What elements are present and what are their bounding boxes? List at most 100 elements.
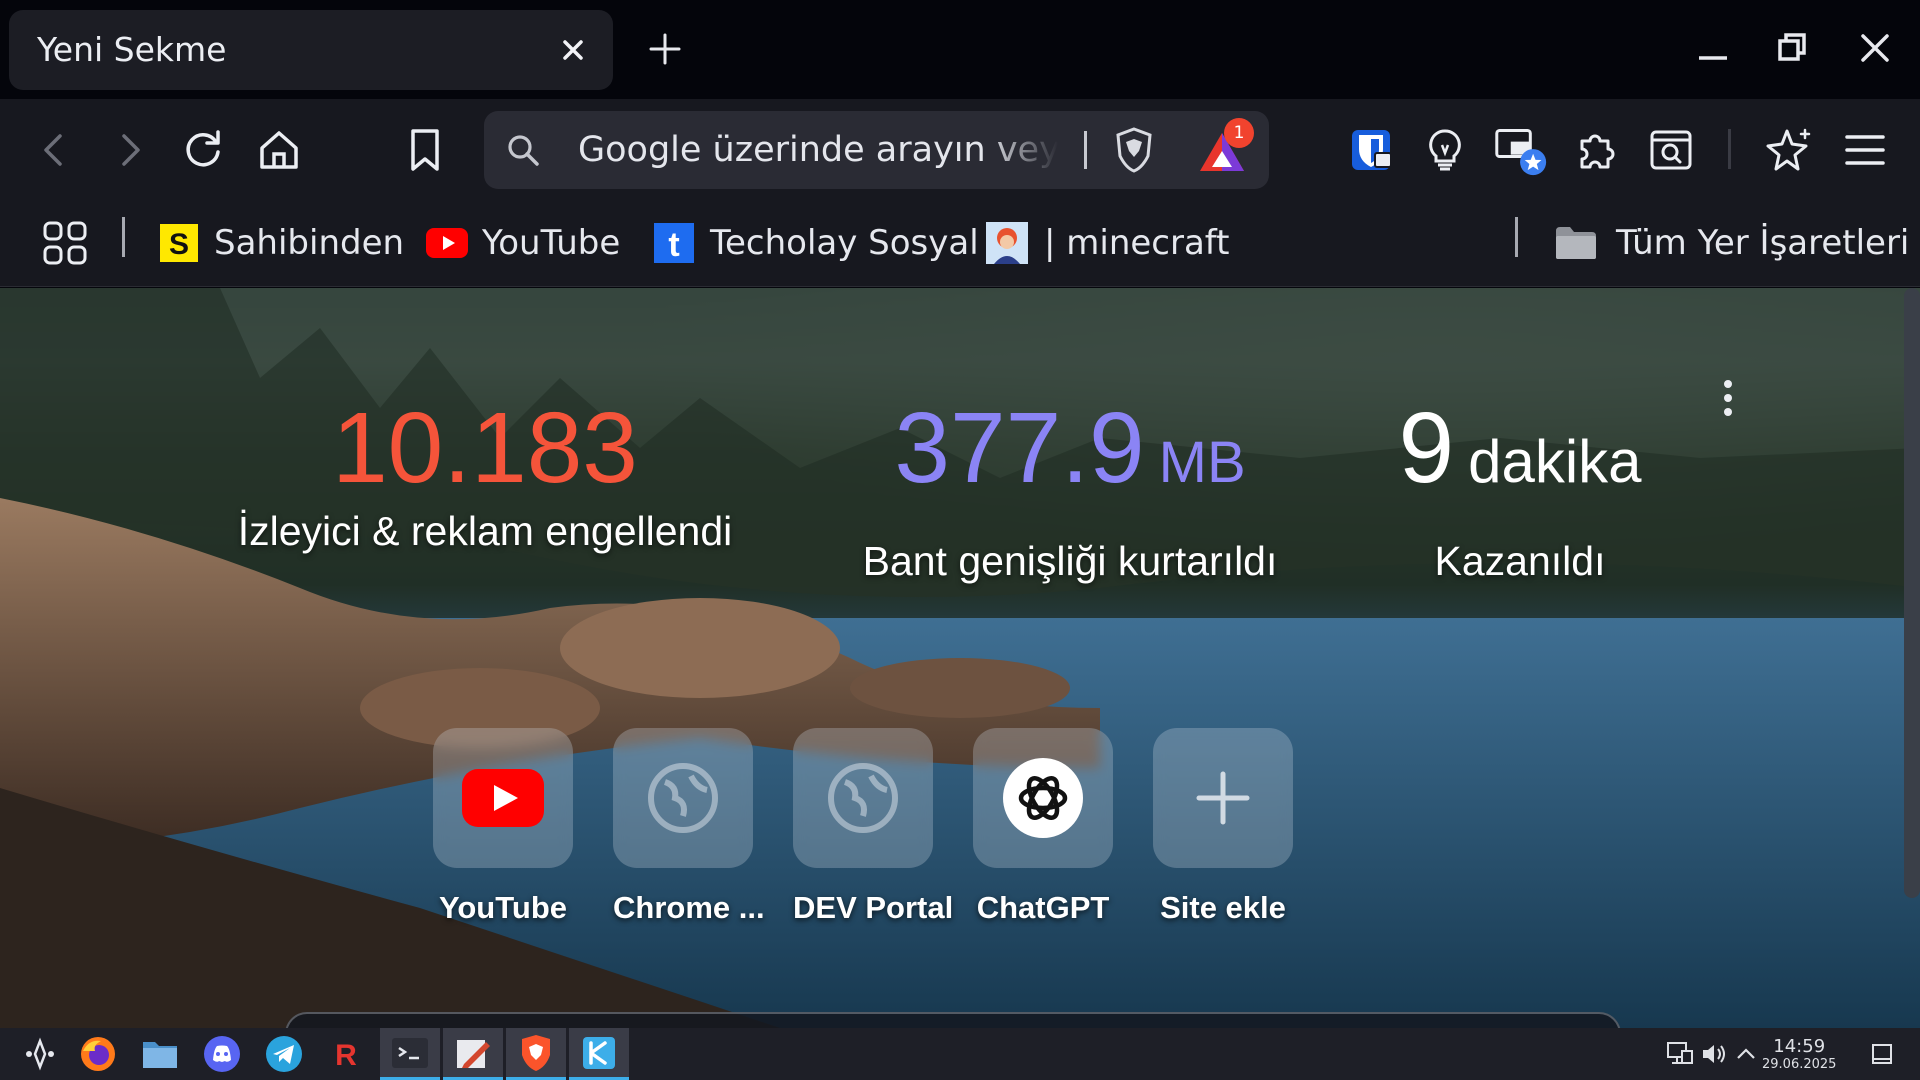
- editor-icon: [457, 1039, 490, 1068]
- bookmark-button[interactable]: [398, 123, 452, 177]
- tile-icon-box: [613, 728, 753, 868]
- picture-in-picture-extension[interactable]: [1494, 123, 1548, 177]
- home-button[interactable]: [252, 123, 306, 177]
- clock-time: 14:59: [1773, 1036, 1826, 1057]
- divider: [1515, 217, 1518, 257]
- plus-icon: [1196, 771, 1250, 825]
- discord-icon: [204, 1036, 240, 1072]
- bookmark-techolay[interactable]: t Techolay Sosyal: [654, 217, 979, 269]
- window-star-icon: [1495, 128, 1547, 176]
- top-site-dev-portal[interactable]: DEV Portal: [793, 728, 953, 926]
- close-icon[interactable]: [555, 32, 591, 68]
- trackers-blocked-caption: İzleyici & reklam engellendi: [237, 508, 733, 554]
- bandwidth-saved-value: 377.9: [894, 392, 1145, 504]
- bandwidth-saved-caption: Bant genişliği kurtarıldı: [862, 538, 1278, 584]
- bookmark-label: Sahibinden: [214, 223, 405, 263]
- taskbar-r-app[interactable]: R: [326, 1034, 366, 1074]
- address-bar[interactable]: Google üzerinde arayın veya URL yazın 1: [484, 111, 1269, 189]
- taskbar-telegram[interactable]: [264, 1034, 304, 1074]
- apps-button[interactable]: [42, 217, 88, 269]
- show-desktop-icon: [1872, 1044, 1892, 1064]
- add-site-button[interactable]: Site ekle: [1153, 728, 1293, 926]
- all-bookmarks-button[interactable]: Tüm Yer İşaretleri: [1554, 217, 1909, 269]
- taskbar-brave[interactable]: [506, 1028, 566, 1080]
- leo-ai-button[interactable]: [1762, 123, 1816, 177]
- tray-expand[interactable]: [1726, 1034, 1766, 1074]
- r-app-icon: R: [335, 1039, 357, 1071]
- system-clock[interactable]: 14:59 29.06.2025: [1762, 1037, 1836, 1073]
- menu-button[interactable]: [1838, 123, 1892, 177]
- all-bookmarks-label: Tüm Yer İşaretleri: [1616, 223, 1910, 263]
- minimize-icon[interactable]: [1693, 28, 1733, 68]
- svg-text:S: S: [169, 228, 189, 261]
- top-site-chatgpt[interactable]: ChatGPT: [973, 728, 1113, 926]
- app-launcher[interactable]: [20, 1034, 60, 1074]
- bookmarks-bar: S Sahibinden YouTube t Techolay Sosyal |…: [0, 201, 1920, 287]
- bookmark-minecraft[interactable]: | minecraft: [986, 217, 1230, 269]
- bandwidth-unit: MB: [1158, 430, 1246, 495]
- sahibinden-icon: S: [160, 224, 198, 262]
- tile-icon-box: [1153, 728, 1293, 868]
- scrollbar[interactable]: [1904, 288, 1920, 898]
- extensions-button[interactable]: [1570, 123, 1624, 177]
- search-icon: [508, 135, 539, 166]
- widget-card-edge[interactable]: [285, 1012, 1621, 1028]
- bookmark-label: | minecraft: [1044, 223, 1230, 263]
- telegram-icon: [266, 1036, 302, 1072]
- tile-icon-box: [433, 728, 573, 868]
- back-button[interactable]: [28, 123, 82, 177]
- bookmark-label: Techolay Sosyal: [710, 223, 979, 263]
- sparkle-star-icon: [1766, 128, 1811, 171]
- bitwarden-extension[interactable]: [1344, 123, 1398, 177]
- bandwidth-saved-stat: 377.9 MB Bant genişliği kurtarıldı: [820, 398, 1320, 585]
- top-site-chrome[interactable]: Chrome ...: [613, 728, 765, 926]
- close-window-icon[interactable]: [1855, 28, 1895, 68]
- svg-text:t: t: [668, 226, 679, 263]
- taskbar-terminal[interactable]: [380, 1028, 440, 1080]
- firefox-icon: [81, 1037, 115, 1071]
- chevron-up-icon: [1737, 1048, 1755, 1059]
- top-site-youtube[interactable]: YouTube: [433, 728, 573, 926]
- brave-shields-icon[interactable]: [1112, 126, 1156, 174]
- taskbar-kde-connect[interactable]: [569, 1028, 629, 1080]
- bookmark-label: YouTube: [482, 223, 621, 263]
- screenshot-extension[interactable]: [1644, 123, 1698, 177]
- globe-icon: [648, 763, 718, 833]
- new-tab-button[interactable]: [646, 30, 684, 68]
- globe-icon: [828, 763, 898, 833]
- forward-button[interactable]: [102, 123, 156, 177]
- taskbar-files[interactable]: [140, 1034, 180, 1074]
- tab-title: Yeni Sekme: [37, 30, 227, 69]
- hamburger-menu-icon: [1845, 135, 1885, 165]
- youtube-icon: [462, 769, 544, 827]
- time-saved-value-row: 9 dakika: [1340, 398, 1700, 528]
- rewards-badge: 1: [1224, 118, 1254, 148]
- files-icon: [143, 1042, 177, 1068]
- launcher-icon: [26, 1037, 54, 1071]
- bookmark-youtube[interactable]: YouTube: [426, 217, 620, 269]
- tile-label: Chrome ...: [613, 890, 765, 925]
- restore-icon[interactable]: [1772, 28, 1812, 68]
- lightbulb-extension[interactable]: [1418, 123, 1472, 177]
- show-desktop-button[interactable]: [1862, 1034, 1902, 1074]
- folder-icon: [1556, 227, 1596, 259]
- techolay-icon: t: [654, 223, 694, 263]
- toolbar: Google üzerinde arayın veya URL yazın 1: [0, 99, 1920, 201]
- divider: [122, 217, 125, 257]
- tab-strip: Yeni Sekme: [0, 0, 1920, 99]
- tile-label: ChatGPT: [976, 890, 1110, 925]
- bookmark-sahibinden[interactable]: S Sahibinden: [160, 217, 404, 269]
- more-options-icon[interactable]: [1718, 376, 1738, 420]
- chevron-right-icon: [122, 134, 140, 166]
- tab-new-tab[interactable]: Yeni Sekme: [9, 10, 613, 90]
- tile-label: Site ekle: [1160, 890, 1286, 925]
- taskbar-discord[interactable]: [202, 1034, 242, 1074]
- taskbar-firefox[interactable]: [78, 1034, 118, 1074]
- avatar-icon: [986, 222, 1028, 264]
- tile-label: YouTube: [439, 890, 567, 925]
- svg-text:R: R: [335, 1039, 357, 1071]
- youtube-icon: [426, 228, 468, 258]
- taskbar-editor[interactable]: [443, 1028, 503, 1080]
- reload-button[interactable]: [176, 123, 230, 177]
- chatgpt-icon: [1003, 758, 1083, 838]
